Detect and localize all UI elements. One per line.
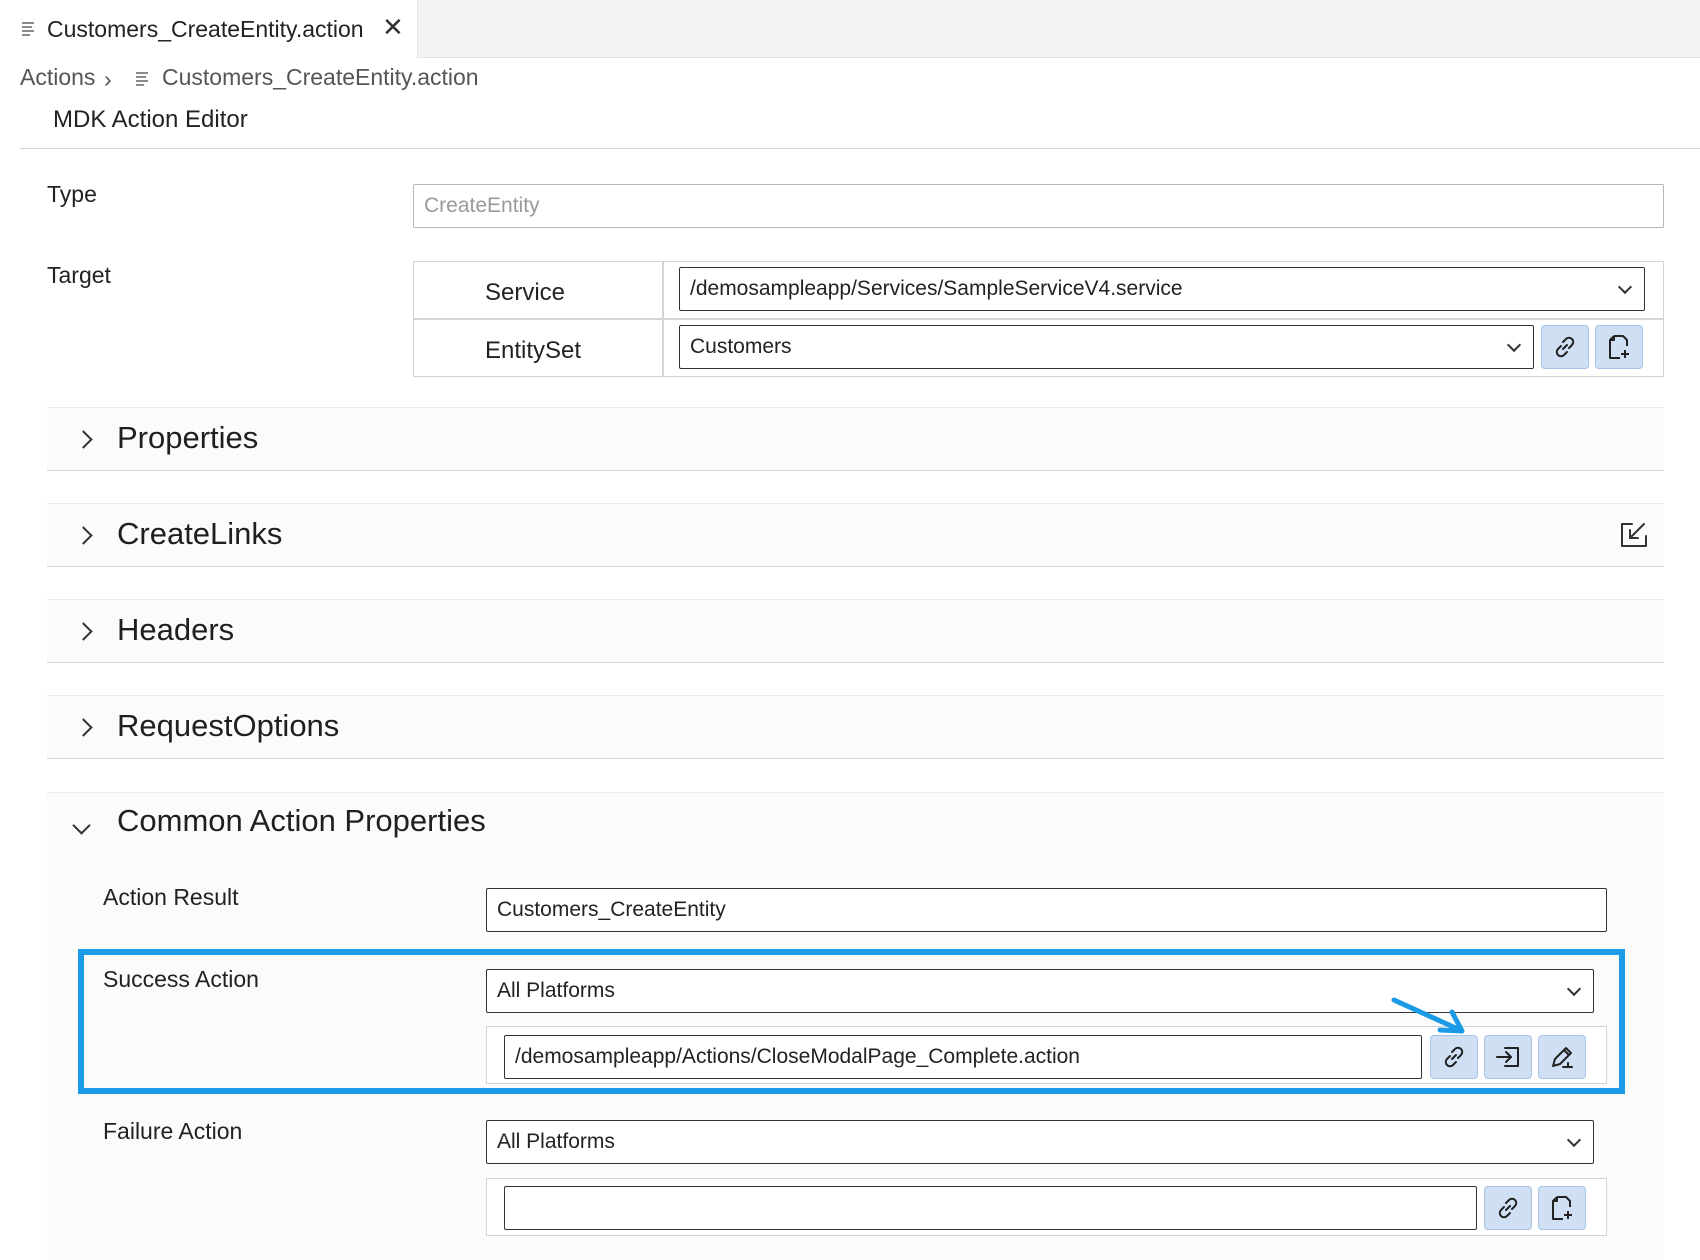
editor-tab[interactable]: Customers_CreateEntity.action ✕	[0, 0, 418, 58]
bind-link-button[interactable]	[1541, 325, 1589, 369]
failure-platform-select[interactable]: All Platforms	[486, 1120, 1594, 1164]
entityset-label: EntitySet	[485, 337, 582, 364]
action-result-input[interactable]: Customers_CreateEntity	[486, 888, 1607, 932]
type-field[interactable]: CreateEntity	[413, 184, 1664, 228]
chevron-right-icon	[74, 526, 93, 545]
chevron-down-icon	[1617, 279, 1633, 295]
section-title[interactable]: Common Action Properties	[117, 803, 486, 839]
chevron-down-icon	[1506, 337, 1522, 353]
section-title: CreateLinks	[117, 516, 283, 551]
chevron-down-icon	[1566, 1132, 1582, 1148]
new-entity-button[interactable]	[1595, 325, 1643, 369]
chevron-down-icon[interactable]	[72, 816, 91, 835]
chevron-right-icon	[74, 622, 93, 641]
chevron-right-icon	[74, 430, 93, 449]
type-placeholder: CreateEntity	[424, 194, 540, 217]
close-icon[interactable]: ✕	[382, 14, 404, 40]
failure-platform-value: All Platforms	[497, 1130, 615, 1153]
link-icon	[1555, 336, 1575, 358]
failure-link-button[interactable]	[1484, 1186, 1532, 1230]
tab-label: Customers_CreateEntity.action	[47, 16, 364, 42]
target-label: Target	[47, 262, 111, 288]
type-label: Type	[47, 181, 97, 207]
chevron-right-icon: ›	[104, 66, 112, 92]
file-icon	[22, 22, 36, 36]
action-result-value: Customers_CreateEntity	[497, 898, 726, 921]
divider	[20, 148, 1700, 149]
section-title: RequestOptions	[117, 708, 340, 743]
action-result-label: Action Result	[103, 884, 239, 910]
arrow-annotation	[1391, 997, 1465, 1034]
section-createlinks[interactable]: CreateLinks	[47, 503, 1664, 567]
page-title: MDK Action Editor	[53, 106, 248, 133]
breadcrumb-file[interactable]: Customers_CreateEntity.action	[162, 64, 479, 91]
export-icon[interactable]	[1618, 518, 1650, 550]
chevron-right-icon	[74, 718, 93, 737]
section-headers[interactable]: Headers	[47, 599, 1664, 663]
failure-action-label: Failure Action	[103, 1118, 243, 1144]
entityset-select[interactable]: Customers	[679, 325, 1534, 369]
new-file-icon	[1609, 335, 1629, 359]
section-requestoptions[interactable]: RequestOptions	[47, 695, 1664, 759]
breadcrumb-actions[interactable]: Actions	[20, 64, 95, 91]
tab-bar: Customers_CreateEntity.action ✕	[0, 0, 1700, 58]
section-title: Headers	[117, 612, 235, 647]
entityset-value: Customers	[690, 335, 792, 358]
failure-action-input[interactable]	[504, 1186, 1477, 1230]
link-icon	[1498, 1197, 1518, 1219]
new-file-icon	[1552, 1196, 1572, 1220]
section-title: Properties	[117, 420, 259, 455]
file-icon	[136, 72, 150, 86]
service-select[interactable]: /demosampleapp/Services/SampleServiceV4.…	[679, 267, 1645, 311]
section-properties[interactable]: Properties	[47, 407, 1664, 471]
service-label: Service	[485, 279, 566, 306]
failure-new-button[interactable]	[1538, 1186, 1586, 1230]
service-value: /demosampleapp/Services/SampleServiceV4.…	[690, 277, 1183, 300]
